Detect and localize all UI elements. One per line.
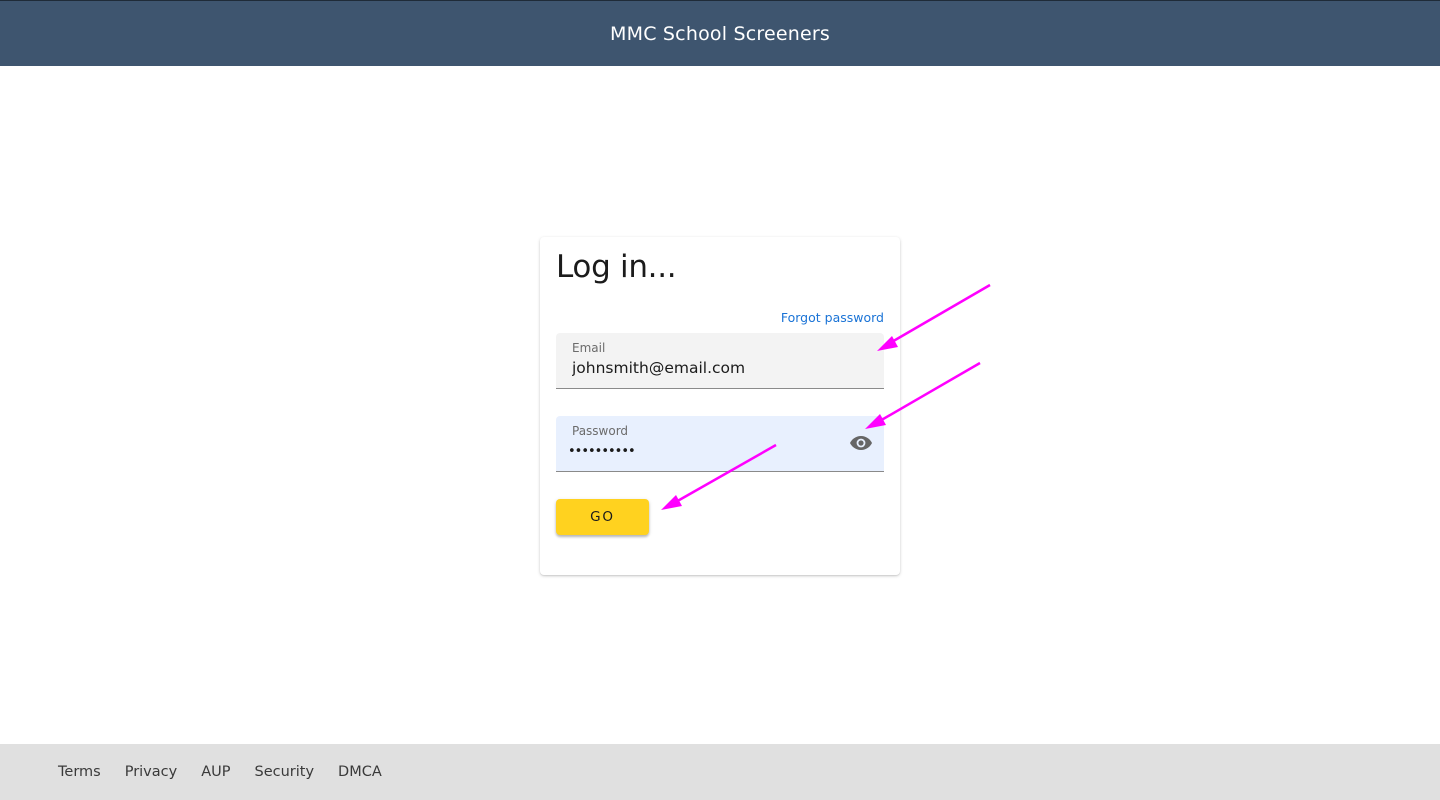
footer-link-dmca[interactable]: DMCA [338,764,382,780]
footer-link-aup[interactable]: AUP [201,764,230,780]
footer: Terms Privacy AUP Security DMCA [0,744,1440,800]
forgot-password-link[interactable]: Forgot password [781,310,884,325]
email-field[interactable]: Email [556,333,884,389]
app-bar: MMC School Screeners [0,0,1440,66]
eye-icon [850,436,872,450]
password-field[interactable]: Password [556,416,884,472]
app-title: MMC School Screeners [610,22,830,45]
password-input[interactable] [568,440,838,462]
page-title: Log in... [556,249,677,285]
toggle-password-visibility-button[interactable] [848,432,874,454]
email-input[interactable] [572,357,842,379]
footer-link-terms[interactable]: Terms [58,764,101,780]
footer-link-privacy[interactable]: Privacy [125,764,178,780]
footer-link-security[interactable]: Security [254,764,314,780]
password-label: Password [572,424,629,438]
go-button[interactable]: GO [556,499,649,535]
email-label: Email [572,341,606,355]
login-card: Log in... Forgot password Email Password… [540,237,900,575]
